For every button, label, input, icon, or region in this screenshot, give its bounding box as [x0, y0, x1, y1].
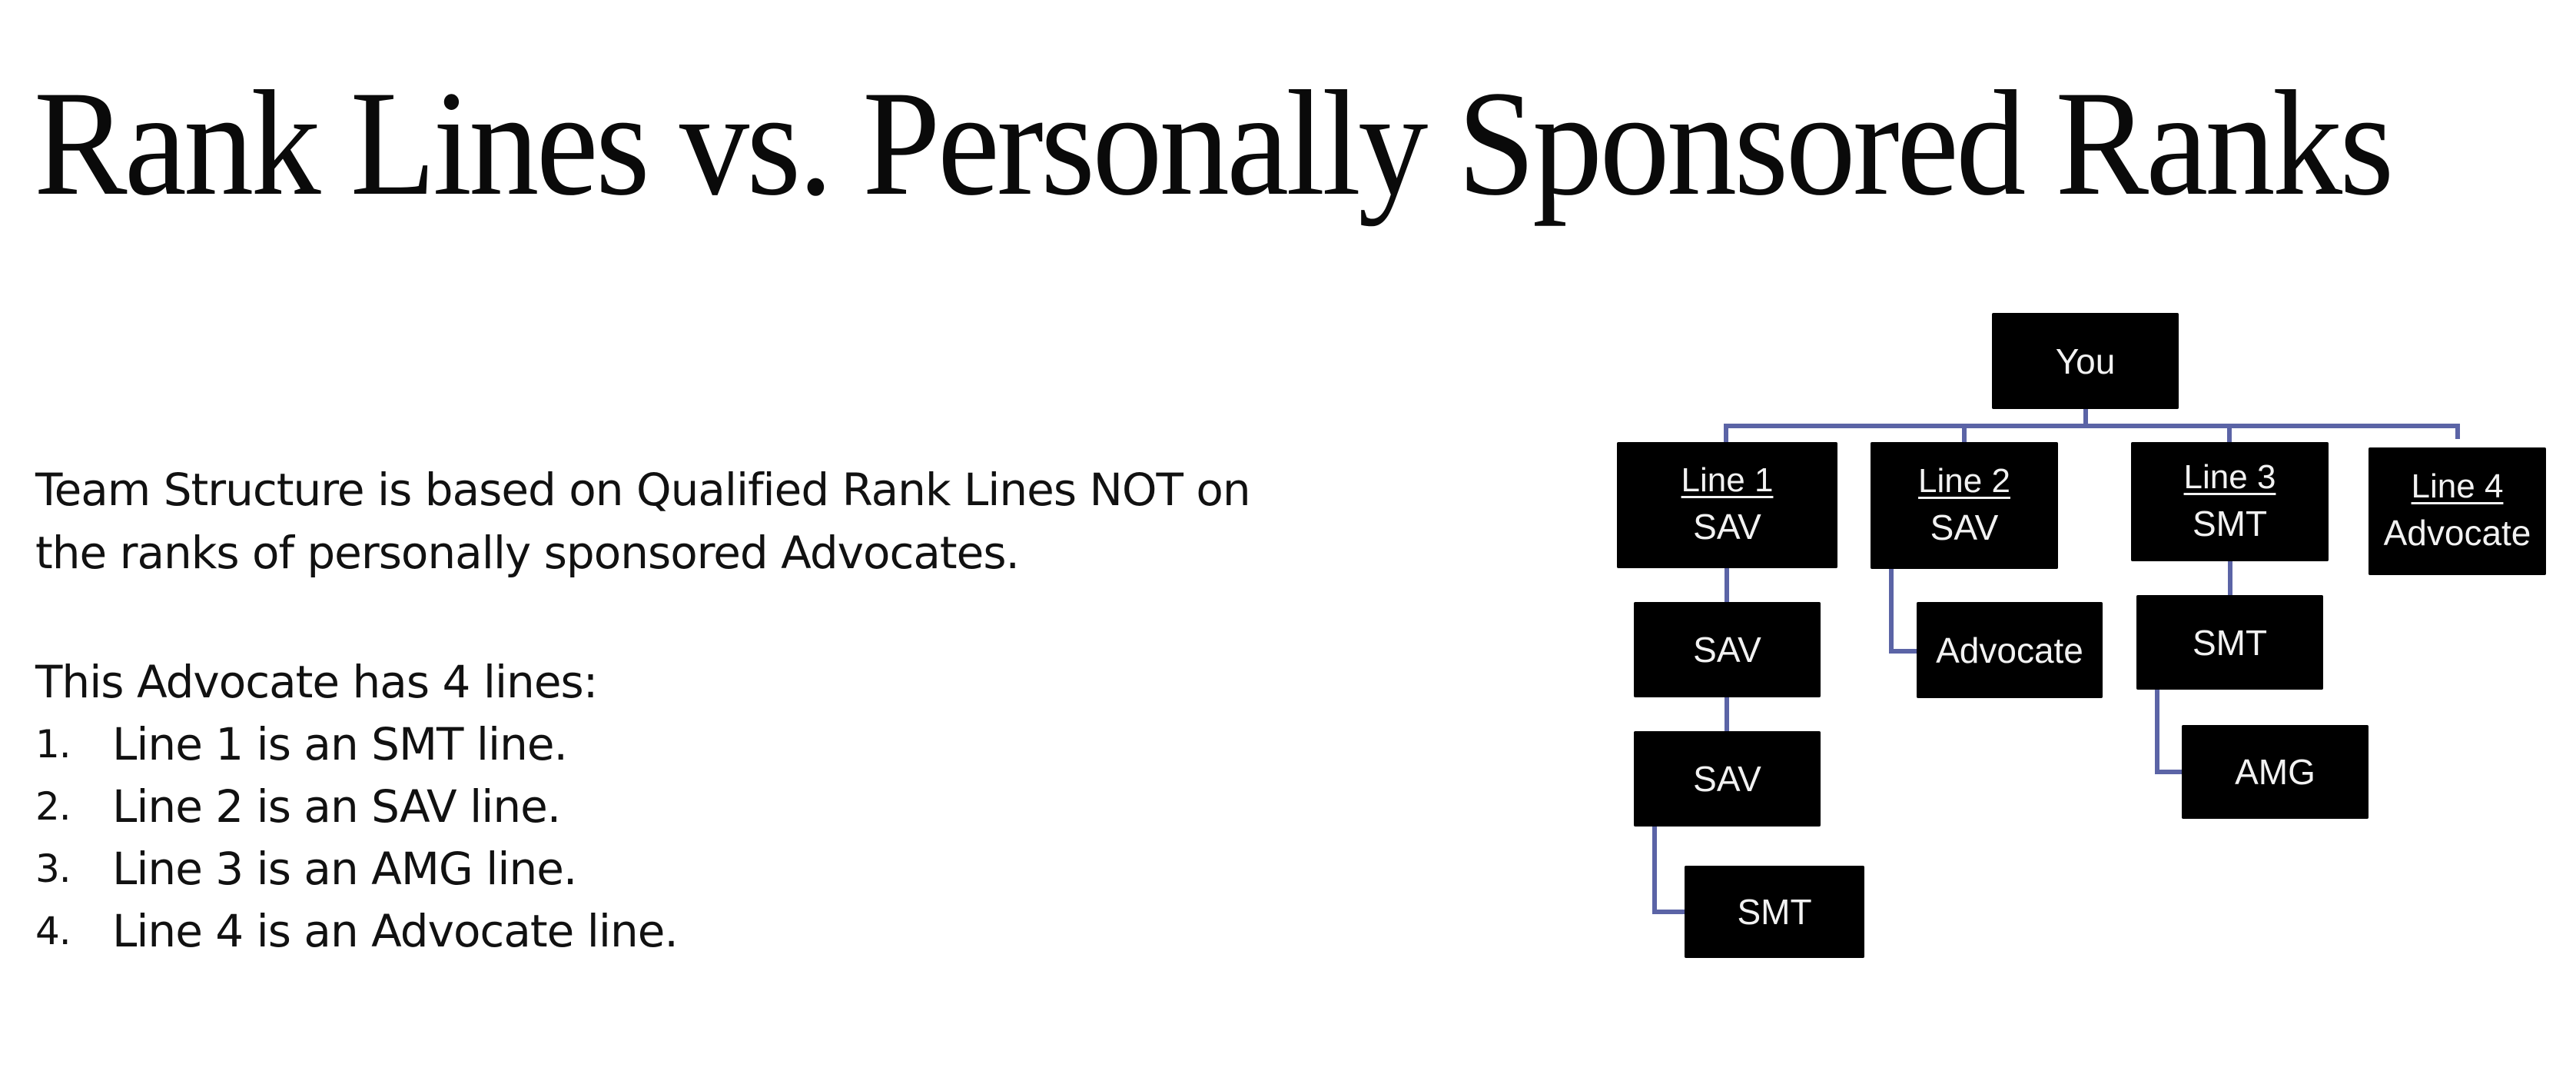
list-text: Line 2 is an SAV line. [112, 780, 561, 833]
list-number: 4. [35, 909, 71, 953]
paragraph-line: the ranks of personally sponsored Advoca… [35, 527, 1020, 579]
line-heading: Line 1 [1681, 461, 1774, 499]
slide-title: Rank Lines vs. Personally Sponsored Rank… [34, 60, 2394, 227]
line-heading: Line 3 [2183, 457, 2276, 496]
node-line1: Line 1 SAV [1617, 442, 1837, 568]
connector-drop-line2 [1962, 424, 1967, 444]
node-line1-child-3: SMT [1685, 866, 1864, 958]
connector-line3-b-horz [2155, 770, 2183, 774]
connector-line1-a [1725, 568, 1729, 602]
node-label: Advocate [1936, 630, 2083, 670]
node-line3-child-2: AMG [2182, 725, 2369, 819]
paragraph-line: Team Structure is based on Qualified Ran… [35, 464, 1251, 516]
node-line2-child-1: Advocate [1917, 602, 2103, 698]
list-number: 1. [35, 722, 71, 767]
node-line3: Line 3 SMT [2131, 442, 2329, 561]
connector-drop-line4 [2455, 424, 2460, 439]
node-line4: Line 4 Advocate [2369, 447, 2546, 575]
connector-drop-line1 [1724, 424, 1728, 444]
list-number: 3. [35, 847, 71, 891]
line-heading: Line 4 [2411, 467, 2504, 505]
list-text: Line 4 is an Advocate line. [112, 905, 679, 957]
connector-line3-b-vert [2155, 690, 2159, 774]
node-line3-child-1: SMT [2136, 595, 2323, 690]
connector-line1-b [1725, 697, 1729, 731]
line-rank: Advocate [2383, 513, 2531, 553]
node-label: AMG [2235, 752, 2315, 792]
connector-line1-c-horz [1652, 910, 1685, 914]
node-label: You [2055, 341, 2116, 381]
node-line2: Line 2 SAV [1871, 442, 2058, 569]
connector-line2-vert [1889, 569, 1894, 654]
list-text: Line 1 is an SMT line. [112, 718, 568, 770]
lines-intro: This Advocate has 4 lines: [35, 656, 598, 708]
connector-line1-c-vert [1652, 827, 1657, 914]
explanation-paragraph: Team Structure is based on Qualified Ran… [35, 458, 1251, 584]
line-heading: Line 2 [1918, 461, 2010, 500]
line-rank: SMT [2192, 503, 2268, 544]
connector-line2-horz [1889, 649, 1917, 654]
line-rank: SAV [1693, 507, 1761, 547]
node-line1-child-2: SAV [1634, 731, 1821, 827]
list-number: 2. [35, 784, 71, 829]
list-text: Line 3 is an AMG line. [112, 843, 577, 895]
node-you: You [1992, 313, 2179, 409]
line-rank: SAV [1930, 507, 1999, 547]
node-line1-child-1: SAV [1634, 602, 1821, 697]
node-label: SAV [1693, 759, 1761, 799]
node-label: SMT [2192, 622, 2268, 663]
node-label: SMT [1737, 892, 1812, 932]
node-label: SAV [1693, 630, 1761, 670]
connector-line3-a [2228, 561, 2232, 595]
connector-drop-line3 [2227, 424, 2232, 444]
connector-bus [1724, 424, 2460, 428]
